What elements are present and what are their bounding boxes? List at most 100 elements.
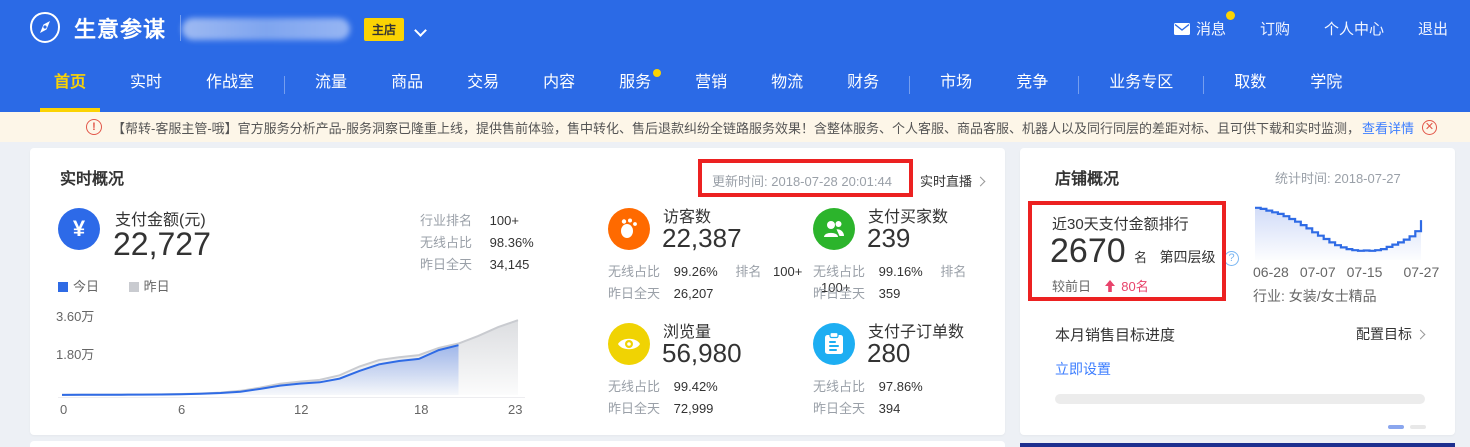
messages-menu[interactable]: 消息: [1174, 18, 1226, 39]
goal-set-link[interactable]: 立即设置: [1055, 359, 1111, 379]
nav-item-content[interactable]: 内容: [529, 57, 589, 112]
payment-amount-icon: ¥: [58, 208, 100, 250]
notice-detail-link[interactable]: 查看详情: [1362, 118, 1414, 137]
rank-unit: 名: [1134, 250, 1147, 265]
update-time: 更新时间: 2018-07-28 20:01:44: [712, 171, 892, 190]
stat-label: 昨日全天: [813, 286, 865, 301]
subscribe-menu[interactable]: 订购: [1260, 18, 1290, 39]
carousel-dash[interactable]: [1410, 425, 1426, 429]
stat-value: 99.16%: [879, 264, 923, 279]
nav-item-data-fetch[interactable]: 取数: [1220, 57, 1280, 112]
nav-item-traffic[interactable]: 流量: [301, 57, 361, 112]
rank-value: 2670: [1050, 232, 1126, 270]
payment-stat-row: 昨日全天 34,145: [420, 254, 529, 273]
goal-progress-bar: [1055, 394, 1425, 404]
personal-center-menu[interactable]: 个人中心: [1324, 18, 1384, 39]
update-time-label: 更新时间:: [712, 174, 768, 189]
shop-switch-chevron-icon[interactable]: [416, 22, 425, 40]
goal-config-label: 配置目标: [1356, 326, 1412, 342]
stat-time: 统计时间: 2018-07-27: [1275, 168, 1401, 187]
nav-item-academy[interactable]: 学院: [1296, 57, 1356, 112]
rank-title: 近30天支付金额排行: [1052, 213, 1189, 234]
brand-divider: [180, 15, 181, 41]
notice-close-icon[interactable]: ✕: [1422, 120, 1437, 135]
stat-label: 昨日全天: [608, 286, 660, 301]
date-tick: 07-15: [1347, 264, 1383, 280]
stat-label: 排名: [940, 264, 966, 279]
x-tick-6: 6: [178, 402, 185, 417]
realtime-overview-panel: 实时概况 更新时间: 2018-07-28 20:01:44 实时直播 ¥ 支付…: [30, 148, 1005, 435]
nav-item-competition[interactable]: 竞争: [1002, 57, 1062, 112]
stat-label: 排名: [735, 264, 761, 279]
rank-delta-row: 较前日 80名: [1052, 276, 1149, 295]
top-header: 生意参谋 主店 消息 订购 个人中心 退出: [0, 0, 1470, 57]
date-tick: 07-27: [1403, 264, 1439, 280]
nav-item-logistics[interactable]: 物流: [757, 57, 817, 112]
nav-item-trade[interactable]: 交易: [453, 57, 513, 112]
suborders-yesterday-row: 昨日全天 394: [813, 398, 900, 417]
legend-today-swatch: [58, 282, 68, 292]
update-time-value: 2018-07-28 20:01:44: [771, 174, 892, 189]
suborders-wireless-row: 无线占比 97.86%: [813, 376, 923, 395]
nav-item-realtime[interactable]: 实时: [116, 57, 176, 112]
delta-label: 较前日: [1052, 279, 1091, 294]
nav-item-market[interactable]: 市场: [926, 57, 986, 112]
nav-item-service[interactable]: 服务: [605, 57, 665, 112]
buyers-value: 239: [867, 223, 910, 254]
nav-item-business-zone[interactable]: 业务专区: [1095, 57, 1187, 112]
stat-value: 100+: [773, 264, 802, 279]
live-broadcast-link[interactable]: 实时直播: [920, 171, 984, 190]
views-value: 56,980: [662, 338, 742, 369]
y-tick-36k: 3.60万: [56, 306, 94, 325]
nav-item-home[interactable]: 首页: [40, 57, 100, 112]
service-notification-dot: [653, 69, 661, 77]
carousel-dash-active[interactable]: [1388, 425, 1404, 429]
legend-yesterday-label: 昨日: [144, 279, 170, 294]
chevron-right-icon: [976, 177, 986, 187]
shop-type-badge: 主店: [364, 18, 404, 41]
rank-trend-chart[interactable]: [1253, 200, 1425, 262]
views-yesterday-row: 昨日全天 72,999: [608, 398, 713, 417]
next-panel-sliver: [30, 441, 1005, 447]
stat-value: 97.86%: [879, 379, 923, 394]
clipboard-icon: [813, 323, 855, 365]
logout-menu[interactable]: 退出: [1418, 18, 1448, 39]
live-broadcast-label: 实时直播: [920, 174, 972, 189]
industry-rank-label: 行业排名: [420, 213, 472, 228]
messages-unread-dot: [1226, 11, 1235, 20]
goal-config-link[interactable]: 配置目标: [1356, 324, 1424, 344]
rank-value-row: 2670 名 第四层级 ?: [1050, 232, 1239, 271]
brand: 生意参谋: [28, 11, 181, 45]
nav-divider: [1203, 76, 1204, 94]
nav-item-finance[interactable]: 财务: [833, 57, 893, 112]
y-tick-18k: 1.80万: [56, 344, 94, 363]
main-nav: 首页 实时 作战室 流量 商品 交易 内容 服务 营销 物流 财务 市场 竞争 …: [0, 57, 1470, 112]
visitors-yesterday-row: 昨日全天 26,207: [608, 283, 713, 302]
stat-time-value: 2018-07-27: [1334, 171, 1401, 186]
help-icon[interactable]: ?: [1224, 251, 1239, 266]
yesterday-total-value: 34,145: [490, 257, 530, 272]
nav-item-marketing[interactable]: 营销: [681, 57, 741, 112]
industry-value: 女装/女士精品: [1289, 288, 1377, 304]
rank-tier: 第四层级: [1160, 249, 1216, 265]
x-tick-0: 0: [60, 402, 67, 417]
app-title: 生意参谋: [74, 12, 166, 44]
views-wireless-row: 无线占比 99.42%: [608, 376, 718, 395]
legend-yesterday-swatch: [129, 282, 139, 292]
realtime-trend-chart[interactable]: [58, 300, 525, 398]
nav-divider: [1078, 76, 1079, 94]
shop-overview-panel: 店铺概况 统计时间: 2018-07-27 近30天支付金额排行 2670 名 …: [1020, 148, 1455, 435]
date-tick: 07-07: [1300, 264, 1336, 280]
eye-icon: [608, 323, 650, 365]
nav-item-warroom[interactable]: 作战室: [192, 57, 268, 112]
industry-row: 行业: 女装/女士精品: [1253, 286, 1377, 306]
visitors-value: 22,387: [662, 223, 742, 254]
shop-name-redacted[interactable]: [182, 18, 350, 40]
buyers-yesterday-row: 昨日全天 359: [813, 283, 900, 302]
stat-label: 无线占比: [608, 379, 660, 394]
legend-today-label: 今日: [73, 279, 99, 294]
wireless-share-label: 无线占比: [420, 235, 472, 250]
notice-bar: ! 【帮转-客服主管-哦】官方服务分析产品-服务洞察已隆重上线，提供售前体验，售…: [0, 112, 1470, 142]
messages-label: 消息: [1196, 18, 1226, 39]
nav-item-products[interactable]: 商品: [377, 57, 437, 112]
